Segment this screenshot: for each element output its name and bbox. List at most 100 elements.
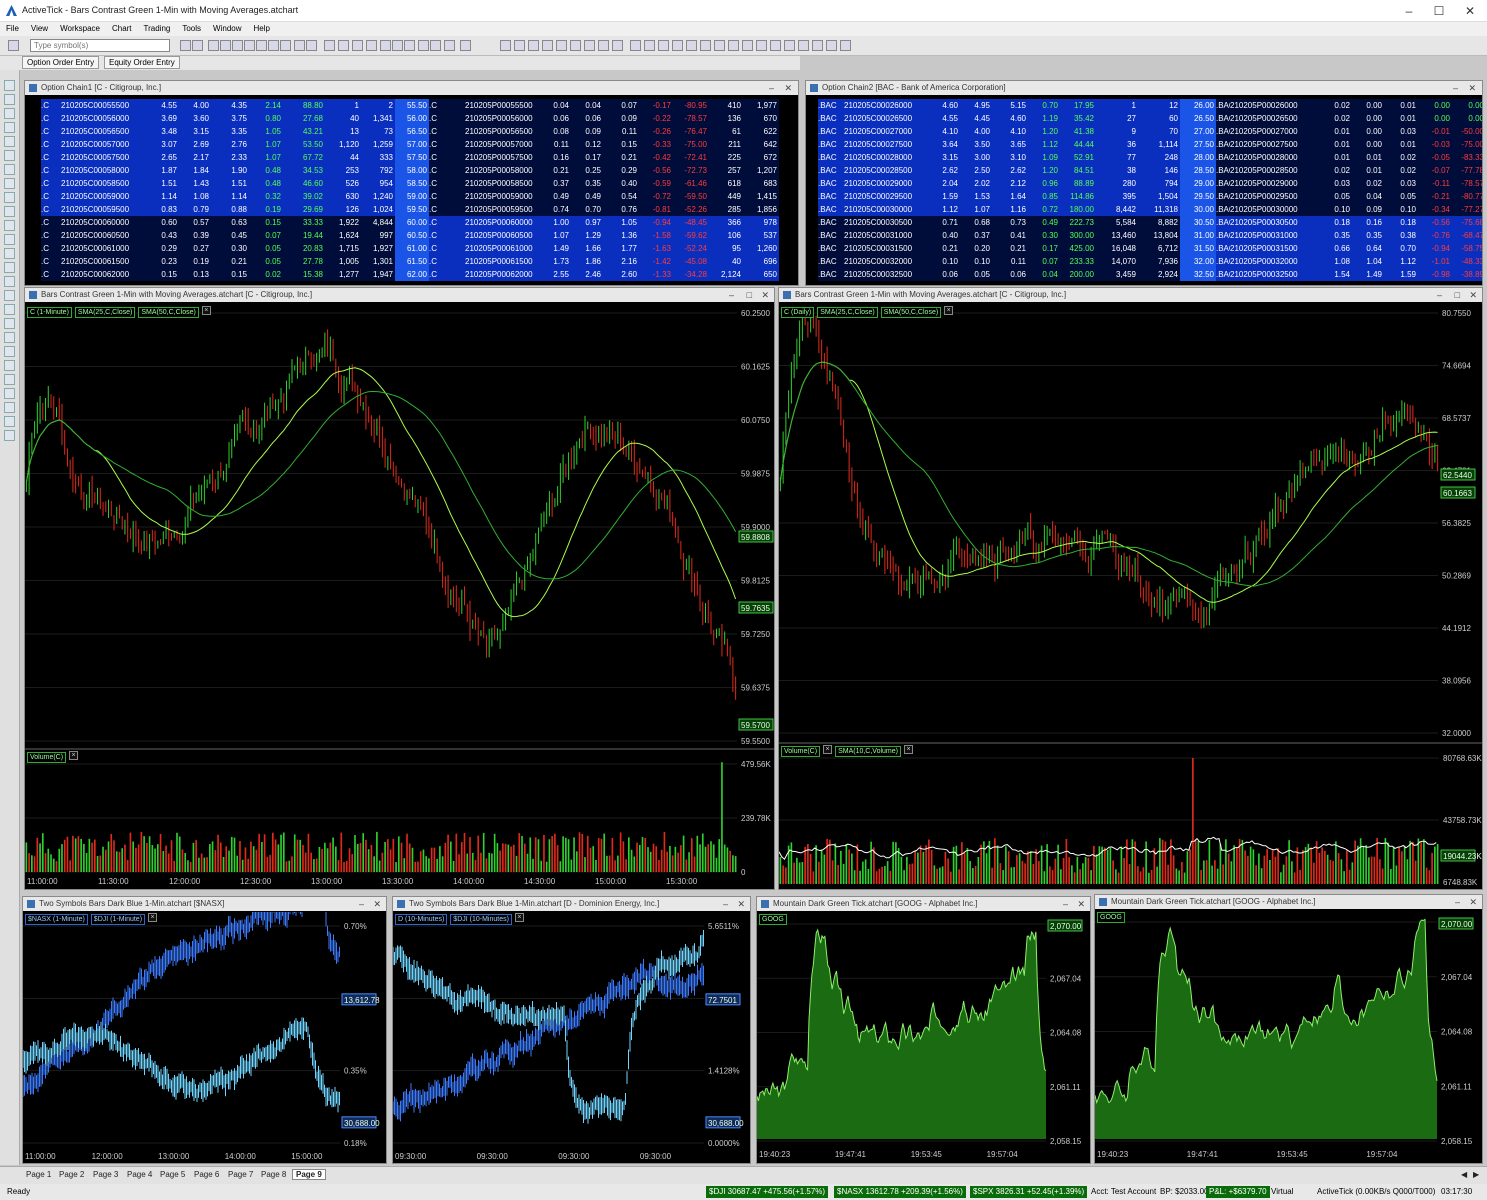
close-pane-icon[interactable]: × (69, 751, 79, 760)
draw-tool-icon[interactable] (4, 262, 15, 273)
minimize-icon[interactable]: – (1437, 288, 1442, 302)
table-row[interactable]: .C 210205C00056500 3.48 3.15 3.35 1.05 43.21 13… (25, 125, 798, 138)
draw-tool-icon[interactable] (4, 150, 15, 161)
toolbar-button-icon[interactable] (756, 40, 767, 51)
volume-chip[interactable]: Volume(C) (781, 746, 821, 757)
close-icon[interactable]: ✕ (1469, 288, 1477, 302)
toolbar-button-icon[interactable] (192, 40, 203, 51)
toolbar-button-icon[interactable] (798, 40, 809, 51)
quote-dji[interactable]: $DJI 30687.47 +475.56(+1.57%) (706, 1186, 829, 1198)
toolbar-button-icon[interactable] (306, 40, 317, 51)
close-pane-icon[interactable]: × (201, 306, 211, 315)
draw-tool-icon[interactable] (4, 122, 15, 133)
symbol-chip[interactable]: GOOG (1097, 912, 1125, 923)
draw-tool-icon[interactable] (4, 374, 15, 385)
draw-tool-icon[interactable] (4, 164, 15, 175)
table-row[interactable]: .C 210205C00062000 0.15 0.13 0.15 0.02 15.38 1,… (25, 268, 798, 281)
symbol-chip[interactable]: $DJI (10-Minutes) (450, 914, 512, 925)
toolbar-button-icon[interactable] (256, 40, 267, 51)
draw-tool-icon[interactable] (4, 80, 15, 91)
symbol-chip[interactable]: $NASX (1-Minute) (25, 914, 88, 925)
toolbar-button-icon[interactable] (280, 40, 291, 51)
table-row[interactable]: .C 210205C00061000 0.29 0.27 0.30 0.05 20.83 1,… (25, 242, 798, 255)
table-row[interactable]: .C 210205C00059500 0.83 0.79 0.88 0.19 29.69 12… (25, 203, 798, 216)
menu-chart[interactable]: Chart (106, 22, 138, 36)
toolbar-button-icon[interactable] (430, 40, 441, 51)
minimize-icon[interactable]: – (1453, 81, 1458, 95)
close-icon[interactable]: ✕ (784, 81, 792, 95)
chart-pane[interactable]: D (10-Minutes) $DJI (10-Minutes) × 5.6511%… (393, 912, 750, 1163)
draw-tool-icon[interactable] (4, 248, 15, 259)
toolbar-button-icon[interactable] (556, 40, 567, 51)
draw-tool-icon[interactable] (4, 220, 15, 231)
toolbar-button-icon[interactable] (528, 40, 539, 51)
close-pane-icon[interactable]: × (904, 745, 913, 754)
draw-tool-icon[interactable] (4, 234, 15, 245)
toolbar-button-icon[interactable] (392, 40, 403, 51)
toolbar-button-icon[interactable] (612, 40, 623, 51)
toolbar-button-icon[interactable] (812, 40, 823, 51)
toolbar-button-icon[interactable] (584, 40, 595, 51)
table-row[interactable]: .C 210205C00060000 0.60 0.57 0.63 0.15 33.33 1,… (25, 216, 798, 229)
sma-chip[interactable]: SMA(25,C,Close) (74, 307, 136, 318)
draw-tool-icon[interactable] (4, 290, 15, 301)
sma-chip[interactable]: SMA(50,C,Close) (880, 307, 942, 318)
draw-tool-icon[interactable] (4, 276, 15, 287)
quote-nasx[interactable]: $NASX 13612.78 +209.39(+1.56%) (834, 1186, 966, 1198)
draw-tool-icon[interactable] (4, 388, 15, 399)
toolbar-button-icon[interactable] (630, 40, 641, 51)
symbol-chip[interactable]: GOOG (759, 914, 787, 925)
draw-tool-icon[interactable] (4, 136, 15, 147)
minimize-icon[interactable]: – (769, 81, 774, 95)
toolbar-button-icon[interactable] (658, 40, 669, 51)
volume-pane[interactable]: Volume(C) × 479.56K 239.78K 0 (25, 748, 774, 875)
toolbar-button-icon[interactable] (728, 40, 739, 51)
page-tab-5[interactable]: Page 5 (160, 1170, 185, 1179)
volume-chip[interactable]: Volume(C) (27, 752, 67, 763)
menu-help[interactable]: Help (248, 22, 276, 36)
minimize-icon[interactable]: – (723, 897, 728, 911)
draw-tool-icon[interactable] (4, 430, 15, 441)
close-icon[interactable]: ✕ (1455, 2, 1485, 20)
toolbar-button-icon[interactable] (380, 40, 391, 51)
table-row[interactable]: .BAC 210205C00030000 1.12 1.07 1.16 0.72 180.0… (806, 203, 1482, 216)
toolbar-button-icon[interactable] (232, 40, 243, 51)
toolbar-button-icon[interactable] (352, 40, 363, 51)
menu-tools[interactable]: Tools (176, 22, 207, 36)
option-order-entry-tab[interactable]: Option Order Entry (22, 56, 100, 69)
toolbar-button-icon[interactable] (404, 40, 415, 51)
table-row[interactable]: .BAC 210205C00032500 0.06 0.05 0.06 0.04 200.0… (806, 268, 1482, 281)
toolbar-button-icon[interactable] (686, 40, 697, 51)
table-row[interactable]: .C 210205C00056000 3.69 3.60 3.75 0.80 27.68 40… (25, 112, 798, 125)
quote-spx[interactable]: $SPX 3826.31 +52.45(+1.39%) (970, 1186, 1088, 1198)
page-tab-8[interactable]: Page 8 (261, 1170, 286, 1179)
table-row[interactable]: .C 210205C00058000 1.87 1.84 1.90 0.48 34.53 25… (25, 164, 798, 177)
menu-workspace[interactable]: Workspace (54, 22, 106, 36)
toolbar-button-icon[interactable] (324, 40, 335, 51)
draw-tool-icon[interactable] (4, 332, 15, 343)
draw-tool-icon[interactable] (4, 304, 15, 315)
toolbar-button-icon[interactable] (542, 40, 553, 51)
menu-window[interactable]: Window (207, 22, 247, 36)
draw-tool-icon[interactable] (4, 416, 15, 427)
new-window-icon[interactable] (8, 40, 19, 51)
toolbar-button-icon[interactable] (672, 40, 683, 51)
page-tab-4[interactable]: Page 4 (127, 1170, 152, 1179)
table-row[interactable]: .BAC 210205C00031500 0.21 0.20 0.21 0.17 425.0… (806, 242, 1482, 255)
table-row[interactable]: .BAC 210205C00028000 3.15 3.00 3.10 1.09 52.91… (806, 151, 1482, 164)
symbol-chip[interactable]: $DJI (1-Minute) (90, 914, 146, 925)
page-tab-1[interactable]: Page 1 (26, 1170, 51, 1179)
toolbar-button-icon[interactable] (500, 40, 511, 51)
table-row[interactable]: .BAC 210205C00031000 0.40 0.37 0.41 0.30 300.0… (806, 229, 1482, 242)
close-pane-icon[interactable]: × (823, 745, 833, 754)
symbol-chip[interactable]: C (1-Minute) (27, 307, 72, 318)
draw-tool-icon[interactable] (4, 346, 15, 357)
page-tab-7[interactable]: Page 7 (228, 1170, 253, 1179)
toolbar-button-icon[interactable] (460, 40, 471, 51)
minimize-icon[interactable]: – (1455, 895, 1460, 909)
page-tab-6[interactable]: Page 6 (194, 1170, 219, 1179)
symbol-chip[interactable]: D (10-Minutes) (395, 914, 448, 925)
close-icon[interactable]: ✕ (761, 288, 769, 302)
close-pane-icon[interactable]: × (514, 913, 524, 922)
table-row[interactable]: .C 210205C00058500 1.51 1.43 1.51 0.48 46.60 52… (25, 177, 798, 190)
